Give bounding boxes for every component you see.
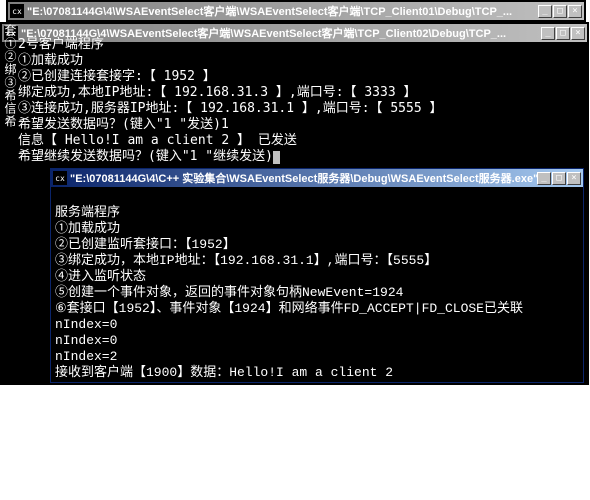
console-line: 希望发送数据吗？(键入"1 "发送)1 xyxy=(18,117,229,132)
titlebar-text-background: "E:\07081144G\4\WSAEventSelect客户端\WSAEve… xyxy=(27,3,538,19)
cmd-icon: cx xyxy=(10,4,24,18)
console-line: nIndex=1 xyxy=(55,381,117,382)
console-line: ②已创建监听套接口：【1952】 xyxy=(55,237,236,252)
console-line: ⑥套接口【1952】、事件对象【1924】和网络事件FD_ACCEPT|FD_C… xyxy=(55,301,523,316)
console-line: ④进入监听状态 xyxy=(55,269,146,284)
titlebar-text-server: "E:\07081144G\4\C++ 实验集合\WSAEventSelect服… xyxy=(70,170,537,186)
minimize-button[interactable]: _ xyxy=(541,27,555,40)
console-line: 希望继续发送数据吗？(键入"1 "继续发送) xyxy=(18,149,273,164)
minimize-button[interactable]: _ xyxy=(538,5,552,18)
console-line: 接收到客户端【1900】数据：Hello!I am a client 2 xyxy=(55,365,393,380)
close-button[interactable]: × xyxy=(567,172,581,185)
titlebar-background: cx "E:\07081144G\4\WSAEventSelect客户端\WSA… xyxy=(8,2,584,20)
minimize-button[interactable]: _ xyxy=(537,172,551,185)
window-controls: _ □ × xyxy=(538,5,582,18)
console-line: 2号客户端程序 xyxy=(18,37,104,52)
console-line: 信息【 Hello!I am a client 2 】 已发送 xyxy=(18,133,297,148)
close-button[interactable]: × xyxy=(571,27,585,40)
maximize-button[interactable]: □ xyxy=(553,5,567,18)
console-line: nIndex=2 xyxy=(55,349,117,364)
cursor-icon xyxy=(273,151,280,164)
console-line: ①加载成功 xyxy=(55,221,120,236)
console-line: 服务端程序 xyxy=(55,205,120,220)
client-console-output: 2号客户端程序 ①加载成功 ②已创建连接套接字:【 1952 】 绑定成功,本地… xyxy=(18,21,443,165)
titlebar-server[interactable]: cx "E:\07081144G\4\C++ 实验集合\WSAEventSele… xyxy=(51,169,583,187)
background-console-window: cx "E:\07081144G\4\WSAEventSelect客户端\WSA… xyxy=(6,0,586,22)
maximize-button[interactable]: □ xyxy=(556,27,570,40)
console-line: ②已创建连接套接字:【 1952 】 xyxy=(18,69,216,84)
maximize-button[interactable]: □ xyxy=(552,172,566,185)
client-console-left-column: 套①②绑③希信希 xyxy=(3,24,16,128)
console-line: ⑤创建一个事件对象，返回的事件对象句柄NewEvent=1924 xyxy=(55,285,403,300)
server-console-window: cx "E:\07081144G\4\C++ 实验集合\WSAEventSele… xyxy=(50,168,584,383)
console-line: 绑定成功,本地IP地址:【 192.168.31.3 】,端口号:【 3333 … xyxy=(18,85,417,100)
cmd-icon: cx xyxy=(53,171,67,185)
close-button[interactable]: × xyxy=(568,5,582,18)
console-line: ①加载成功 xyxy=(18,53,83,68)
window-controls: _ □ × xyxy=(541,27,585,40)
server-console-output[interactable]: 服务端程序 ①加载成功 ②已创建监听套接口：【1952】 ③绑定成功，本地IP地… xyxy=(51,187,583,382)
console-line: ③连接成功,服务器IP地址:【 192.168.31.1 】,端口号:【 555… xyxy=(18,101,443,116)
console-line: nIndex=0 xyxy=(55,333,117,348)
console-line: nIndex=0 xyxy=(55,317,117,332)
window-controls: _ □ × xyxy=(537,172,581,185)
console-line: ③绑定成功，本地IP地址：【192.168.31.1】,端口号：【5555】 xyxy=(55,253,437,268)
